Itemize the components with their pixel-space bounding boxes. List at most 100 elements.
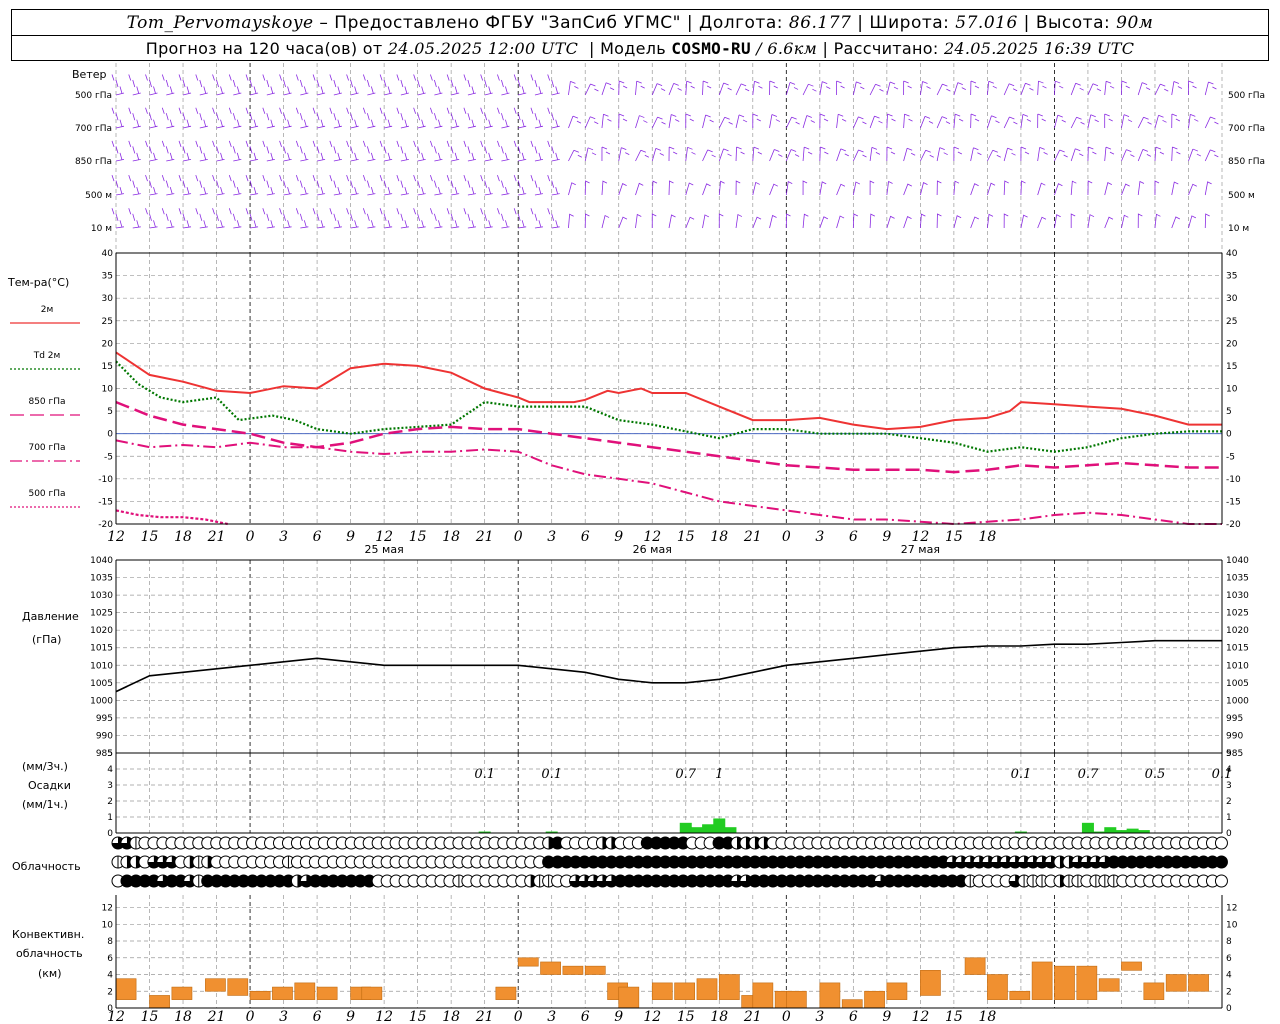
wind-barb [446, 174, 460, 196]
wind-barb [1087, 214, 1095, 229]
wind-barb [852, 116, 867, 129]
y-tick-label: 35 [102, 272, 113, 282]
x-hour-label-bottom: 0 [246, 1009, 255, 1024]
x-hour-label-bottom: 15 [677, 1009, 695, 1024]
wind-barb [1154, 213, 1161, 229]
y-tick-label: 1035 [1226, 574, 1249, 584]
wind-barb [1104, 182, 1112, 196]
wind-barb [413, 174, 426, 196]
conv-bar [1188, 974, 1209, 992]
wind-barb [547, 140, 560, 162]
wind-barb [195, 174, 208, 196]
conv-bar [886, 982, 908, 1000]
wind-barb [446, 74, 460, 96]
conv-bar [1076, 965, 1098, 1000]
conv-bar [361, 986, 383, 1000]
wind-barb [752, 146, 763, 162]
wind-barb [718, 116, 733, 129]
y-tick-label: 40 [1226, 249, 1238, 259]
wind-barb [735, 114, 748, 129]
wind-barb [145, 174, 158, 196]
wind-barb [413, 74, 426, 96]
wind-barb [111, 140, 125, 162]
wind-barb [953, 113, 964, 129]
y-tick-label: 995 [96, 714, 113, 724]
x-hour-label: 0 [246, 529, 255, 545]
y-tick-label: 8 [1226, 937, 1232, 947]
y-tick-label: 995 [1226, 714, 1243, 724]
wind-barb [919, 115, 934, 129]
wind-barb [769, 114, 781, 129]
conv-bar [987, 974, 1008, 1000]
wind-barb [1171, 216, 1181, 229]
wind-barb [601, 113, 612, 129]
x-hour-label-bottom: 3 [815, 1009, 824, 1024]
wind-barb [430, 74, 443, 96]
wind-barb [936, 83, 951, 96]
wind-barb [785, 116, 800, 129]
wind-barb [987, 115, 1000, 129]
wind-barb [295, 74, 309, 96]
wind-barb [446, 107, 460, 129]
y-tick-label: 6 [1226, 954, 1232, 964]
wind-barb [953, 180, 960, 196]
wind-barb [584, 83, 599, 96]
wind-barb [346, 140, 359, 162]
wind-barb [635, 182, 644, 196]
wind-barb [195, 208, 208, 229]
wind-barb [295, 208, 309, 229]
y-tick-label: 30 [102, 294, 114, 304]
wind-barb [785, 149, 800, 162]
wind-barb [111, 208, 125, 229]
y-tick-label: 4 [107, 765, 113, 775]
y-tick-label: -20 [1226, 520, 1241, 530]
date-label: 26 мая [633, 543, 672, 556]
wind-barb [228, 174, 242, 196]
wind-barb [919, 81, 931, 96]
wind-barb [769, 214, 777, 229]
wind-barb [279, 140, 292, 162]
wind-barb [635, 213, 642, 229]
y-tick-label: 1015 [90, 644, 113, 654]
x-hour-label-bottom: 6 [849, 1009, 858, 1024]
wind-barb [547, 107, 560, 129]
wind-barb [635, 115, 648, 129]
wind-barb [970, 183, 979, 196]
conv-bar [618, 986, 640, 1009]
wind-barb [903, 113, 913, 129]
y-tick-label: 3 [107, 781, 113, 791]
precip-value-label: 0.7 [1078, 767, 1099, 782]
temp-series-4 [115, 509, 228, 526]
conv-bar [1031, 961, 1053, 1000]
wind-barb [329, 107, 342, 129]
y-tick-label: 5 [107, 749, 113, 759]
wind-barb [111, 74, 125, 96]
wind-barb [651, 180, 658, 196]
wind-barb [547, 74, 560, 96]
x-hour-label-bottom: 12 [107, 1009, 125, 1024]
cloud-symbol [1214, 874, 1228, 888]
wind-barb [463, 140, 476, 162]
pressure-line [115, 639, 1222, 693]
wind-barb [1037, 113, 1046, 129]
wind-barb [1121, 80, 1130, 96]
wind-barb [1037, 80, 1047, 96]
wind-barb [769, 183, 778, 196]
cloud-cover [111, 836, 1228, 888]
wind-barb [568, 149, 583, 162]
wind-barb [568, 213, 574, 229]
wind-barb [396, 107, 409, 129]
wind-barb [145, 74, 158, 96]
y-tick-label: 2 [1226, 797, 1232, 807]
precip-unit-3h: (мм/3ч.) [22, 760, 68, 773]
wind-barb [785, 82, 799, 96]
conv-title-2: облачность [16, 947, 83, 960]
precip-bar [679, 822, 692, 833]
wind-barb [769, 80, 778, 96]
wind-barb [128, 107, 141, 129]
wind-barb [987, 182, 996, 196]
x-hour-label: 18 [978, 529, 996, 545]
wind-barb [396, 174, 409, 196]
precip-value-label: 0.1 [474, 767, 495, 782]
wind-barb [161, 140, 175, 162]
